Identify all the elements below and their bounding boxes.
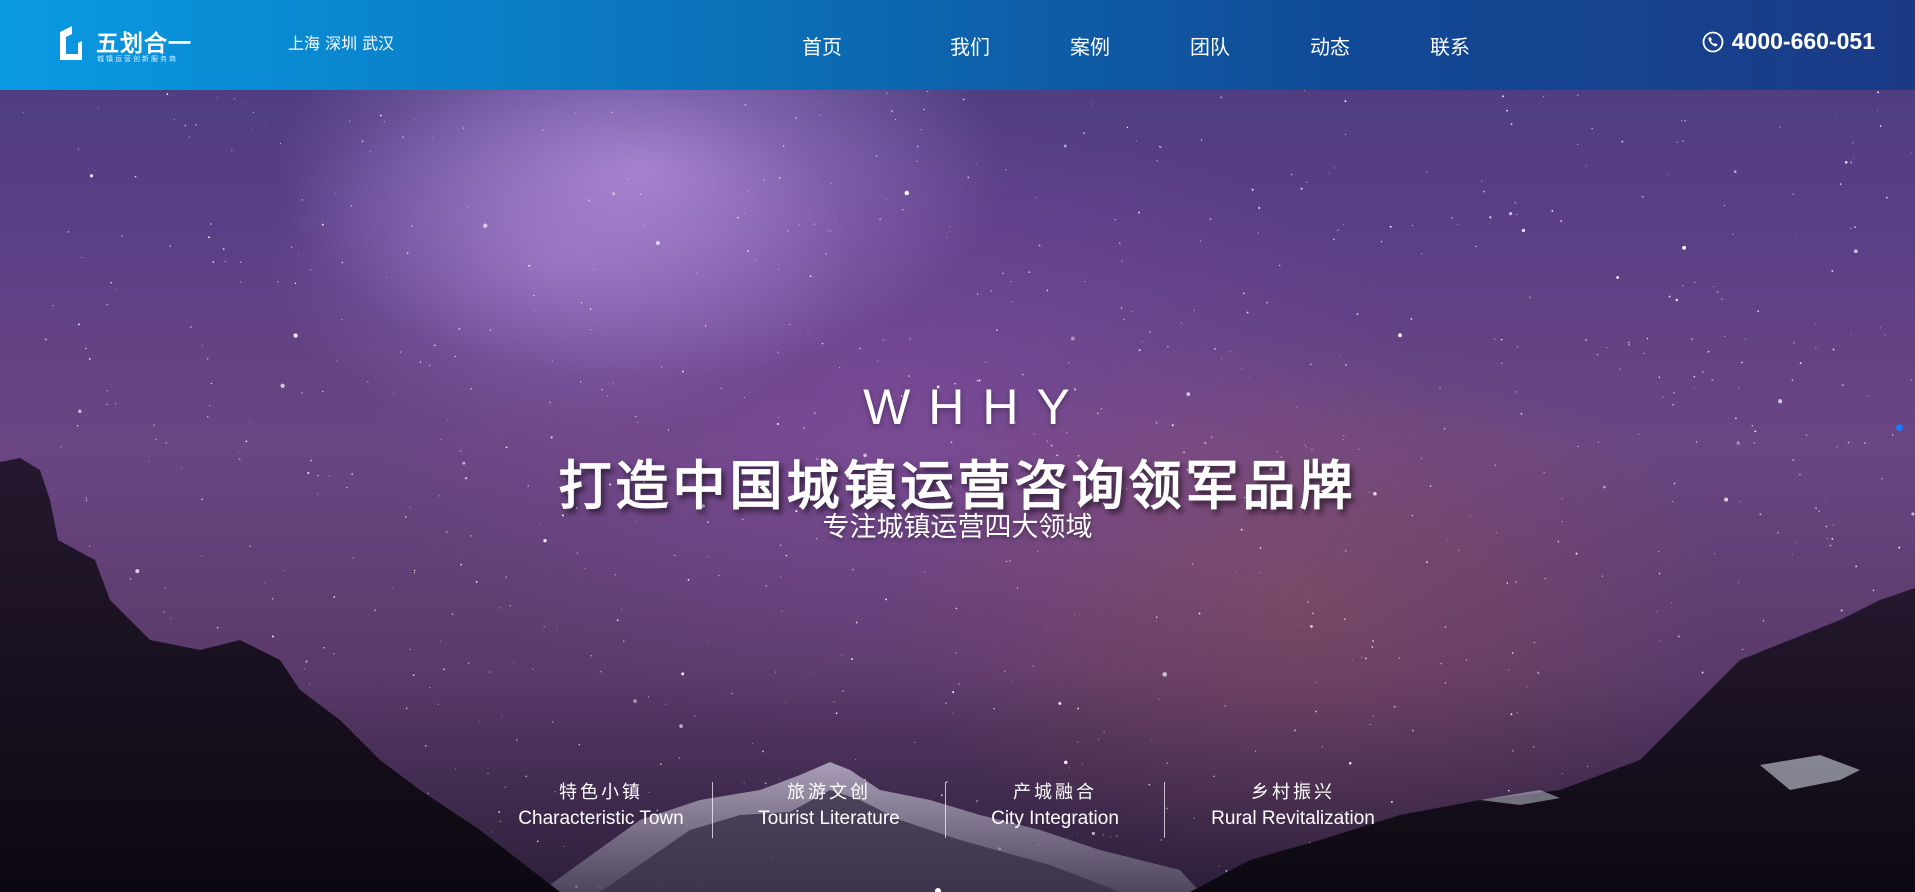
logo-mark-icon xyxy=(60,26,82,60)
slide-indicator-dot[interactable] xyxy=(1896,424,1903,431)
city-list: 上海 深圳 武汉 xyxy=(288,34,395,53)
domain-en-label: Tourist Literature xyxy=(758,808,900,829)
domain-cn-label: 特色小镇 xyxy=(559,782,643,803)
domain-rural-revitalization[interactable]: 乡村振兴 Rural Revitalization xyxy=(1165,780,1421,838)
phone-contact[interactable]: 4000-660-051 xyxy=(1702,28,1875,55)
site-logo[interactable]: 五划合一 城镇运营创新服务商 xyxy=(56,24,206,66)
nav-item-home[interactable]: 首页 xyxy=(802,31,882,60)
domain-links: 特色小镇 Characteristic Town 旅游文创 Tourist Li… xyxy=(490,780,1421,838)
domain-cn-label: 产城融合 xyxy=(1013,782,1097,803)
nav-item-team[interactable]: 团队 xyxy=(1150,31,1270,60)
domain-en-label: Rural Revitalization xyxy=(1211,808,1375,829)
nav-item-cases[interactable]: 案例 xyxy=(1030,31,1150,60)
domain-tourist-literature[interactable]: 旅游文创 Tourist Literature xyxy=(713,780,945,838)
phone-number: 4000-660-051 xyxy=(1731,28,1875,54)
domain-en-label: Characteristic Town xyxy=(518,808,684,829)
top-header: 五划合一 城镇运营创新服务商 上海 深圳 武汉 首页 我们 案例 团队 动态 联… xyxy=(0,0,1915,90)
nav-item-about[interactable]: 我们 xyxy=(910,31,1030,60)
domain-cn-label: 旅游文创 xyxy=(787,782,871,803)
hero-brand: WHHY xyxy=(863,379,1088,435)
page: 五划合一 城镇运营创新服务商 上海 深圳 武汉 首页 我们 案例 团队 动态 联… xyxy=(0,0,1915,892)
domain-city-integration[interactable]: 产城融合 City Integration xyxy=(946,780,1164,838)
nav-item-contact[interactable]: 联系 xyxy=(1390,31,1510,60)
main-nav: 首页 我们 案例 团队 动态 联系 xyxy=(790,0,1510,90)
phone-icon xyxy=(1702,31,1724,52)
domain-en-label: City Integration xyxy=(991,808,1119,829)
nav-item-news[interactable]: 动态 xyxy=(1270,31,1390,60)
hero-subtitle: 专注城镇运营四大领域 xyxy=(822,512,1093,543)
logo-name: 五划合一 xyxy=(96,31,192,57)
pagination-dot[interactable] xyxy=(935,888,941,892)
domain-characteristic-town[interactable]: 特色小镇 Characteristic Town xyxy=(490,780,712,838)
logo-tagline: 城镇运营创新服务商 xyxy=(97,55,178,63)
domain-cn-label: 乡村振兴 xyxy=(1251,782,1335,803)
